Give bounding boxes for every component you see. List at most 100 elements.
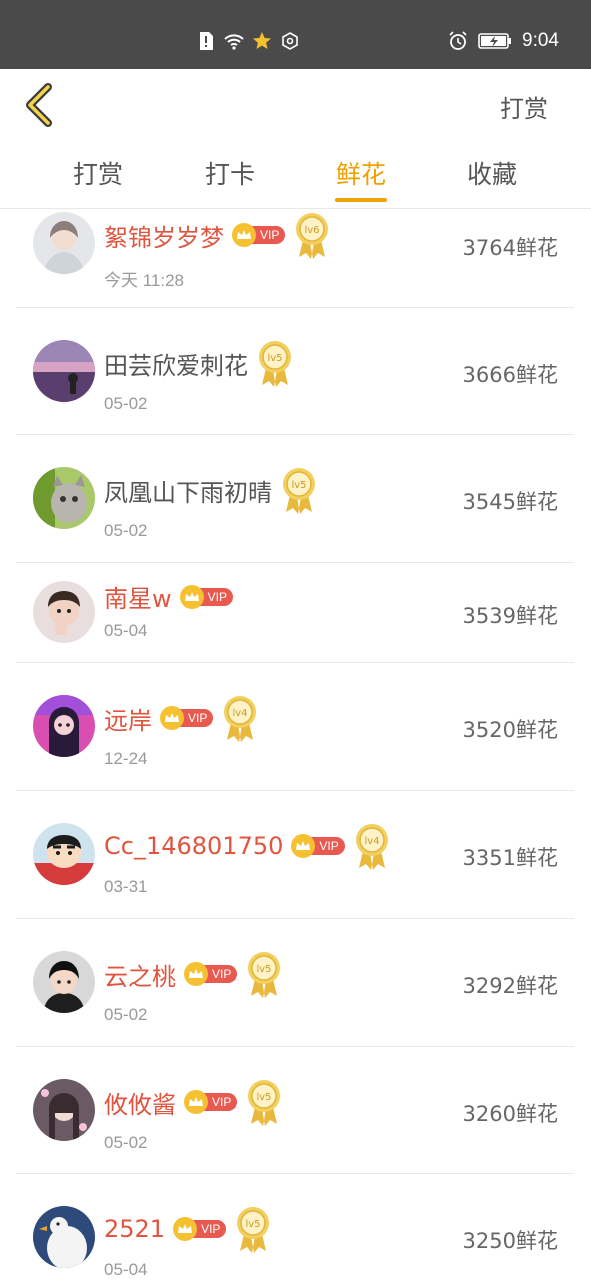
list-item[interactable]: 2521 VIP lv5 05-04 3250鲜花 <box>16 1173 574 1280</box>
level-text: lv5 <box>291 480 306 491</box>
level-medal-icon: lv4 <box>224 696 257 742</box>
sim-alert-icon <box>200 32 213 50</box>
level-text: lv5 <box>246 1219 261 1230</box>
status-icons-right: 9:04 <box>448 30 559 52</box>
timestamp: 05-02 <box>104 1133 148 1152</box>
vip-badge: VIP <box>160 706 214 730</box>
level-text: lv5 <box>257 964 272 975</box>
status-bar: 9:04 <box>0 0 591 69</box>
flower-count: 3250鲜花 <box>462 1229 558 1253</box>
name-line: 攸攸酱 VIP lv5 <box>104 1077 283 1127</box>
name-line: 凤凰山下雨初晴 lv5 <box>104 465 318 515</box>
level-medal-icon: lv4 <box>355 824 388 870</box>
back-chevron-icon[interactable] <box>18 83 62 127</box>
nfc-icon <box>282 32 298 50</box>
active-tab-indicator <box>335 198 387 202</box>
flower-count: 3539鲜花 <box>462 604 558 628</box>
username[interactable]: 絮锦岁岁梦 <box>104 218 224 253</box>
crown-icon <box>184 962 208 986</box>
username[interactable]: Cc_146801750 <box>104 832 283 860</box>
tab-checkin[interactable]: 打卡 <box>190 155 270 191</box>
list-item[interactable]: 凤凰山下雨初晴 lv5 05-02 3545鲜花 <box>16 434 574 563</box>
list-item[interactable]: 南星w VIP 05-04 3539鲜花 <box>16 562 574 663</box>
timestamp: 05-02 <box>104 394 148 413</box>
username[interactable]: 南星w <box>104 579 172 614</box>
list-item[interactable]: 远岸 VIP lv4 12-24 3520鲜花 <box>16 662 574 791</box>
username[interactable]: 田芸欣爱刺花 <box>104 346 248 381</box>
level-text: lv4 <box>233 708 248 719</box>
crown-icon <box>160 706 184 730</box>
avatar[interactable] <box>33 340 95 402</box>
username[interactable]: 云之桃 <box>104 957 176 992</box>
timestamp: 05-02 <box>104 1005 148 1024</box>
list-item[interactable]: 云之桃 VIP lv5 05-02 3292鲜花 <box>16 918 574 1047</box>
header: 打赏 打赏 打卡 鲜花 收藏 <box>0 69 591 209</box>
flower-count: 3545鲜花 <box>462 490 558 514</box>
alarm-icon <box>449 31 467 50</box>
tab-bar: 打赏 打卡 鲜花 收藏 <box>0 155 591 207</box>
timestamp: 03-31 <box>104 877 148 896</box>
timestamp: 今天 11:28 <box>104 271 185 290</box>
flower-count: 3260鲜花 <box>462 1102 558 1126</box>
name-line: 田芸欣爱刺花 lv5 <box>104 338 294 388</box>
username[interactable]: 2521 <box>104 1215 165 1243</box>
flower-count: 3764鲜花 <box>462 236 558 260</box>
timestamp: 05-04 <box>104 1260 148 1279</box>
crown-icon <box>184 1090 208 1114</box>
vip-badge: VIP <box>173 1217 227 1241</box>
level-medal-icon: lv5 <box>283 468 315 514</box>
crown-icon <box>232 223 256 247</box>
level-text: lv5 <box>267 353 282 364</box>
flower-ranking-list: 絮锦岁岁梦 VIP lv6 今天 11:28 3764鲜花 田芸欣爱刺花 lv5 <box>0 208 591 1280</box>
flower-count: 3666鲜花 <box>462 363 558 387</box>
vip-badge: VIP <box>184 962 238 986</box>
list-item[interactable]: 田芸欣爱刺花 lv5 05-02 3666鲜花 <box>16 307 574 435</box>
status-icons-center <box>196 31 300 51</box>
username[interactable]: 远岸 <box>104 701 152 736</box>
name-line: 絮锦岁岁梦 VIP lv6 <box>104 210 331 260</box>
wifi-icon <box>224 34 244 50</box>
vip-badge: VIP <box>179 584 233 609</box>
username[interactable]: 攸攸酱 <box>104 1085 176 1120</box>
avatar[interactable] <box>33 1079 95 1141</box>
vip-badge: VIP <box>291 834 345 858</box>
name-line: 2521 VIP lv5 <box>104 1204 272 1254</box>
avatar[interactable] <box>33 212 95 274</box>
level-medal-icon: lv5 <box>248 1080 281 1126</box>
name-line: 远岸 VIP lv4 <box>104 693 259 743</box>
list-item[interactable]: 絮锦岁岁梦 VIP lv6 今天 11:28 3764鲜花 <box>16 208 574 308</box>
avatar[interactable] <box>33 467 95 529</box>
name-line: 南星w VIP <box>104 579 233 614</box>
clock-time: 9:04 <box>522 30 559 51</box>
level-medal-icon: lv5 <box>248 952 281 998</box>
vip-badge: VIP <box>184 1090 238 1114</box>
level-medal-icon: lv5 <box>237 1207 270 1253</box>
star-icon <box>253 32 271 49</box>
avatar[interactable] <box>33 823 95 885</box>
tab-favorites[interactable]: 收藏 <box>452 155 532 191</box>
flower-count: 3520鲜花 <box>462 718 558 742</box>
avatar[interactable] <box>33 951 95 1013</box>
list-item[interactable]: 攸攸酱 VIP lv5 05-02 3260鲜花 <box>16 1046 574 1174</box>
crown-icon <box>173 1217 198 1241</box>
timestamp: 12-24 <box>104 749 148 768</box>
name-line: 云之桃 VIP lv5 <box>104 949 283 999</box>
avatar[interactable] <box>33 581 95 643</box>
username[interactable]: 凤凰山下雨初晴 <box>104 473 272 508</box>
tab-reward[interactable]: 打赏 <box>58 155 138 191</box>
timestamp: 05-04 <box>104 621 148 640</box>
avatar[interactable] <box>33 695 95 757</box>
level-text: lv5 <box>257 1092 272 1103</box>
list-item[interactable]: Cc_146801750 VIP lv4 03-31 3351鲜花 <box>16 790 574 919</box>
tab-flowers[interactable]: 鲜花 <box>321 155 401 191</box>
crown-icon <box>179 584 204 609</box>
level-text: lv6 <box>305 225 320 236</box>
level-medal-icon: lv5 <box>259 341 291 387</box>
vip-badge: VIP <box>232 223 286 247</box>
level-medal-icon: lv6 <box>296 213 329 259</box>
name-line: Cc_146801750 VIP lv4 <box>104 821 391 871</box>
reward-button[interactable]: 打赏 <box>500 89 548 124</box>
avatar[interactable] <box>33 1206 95 1268</box>
flower-count: 3351鲜花 <box>462 846 558 870</box>
battery-icon <box>478 33 512 49</box>
